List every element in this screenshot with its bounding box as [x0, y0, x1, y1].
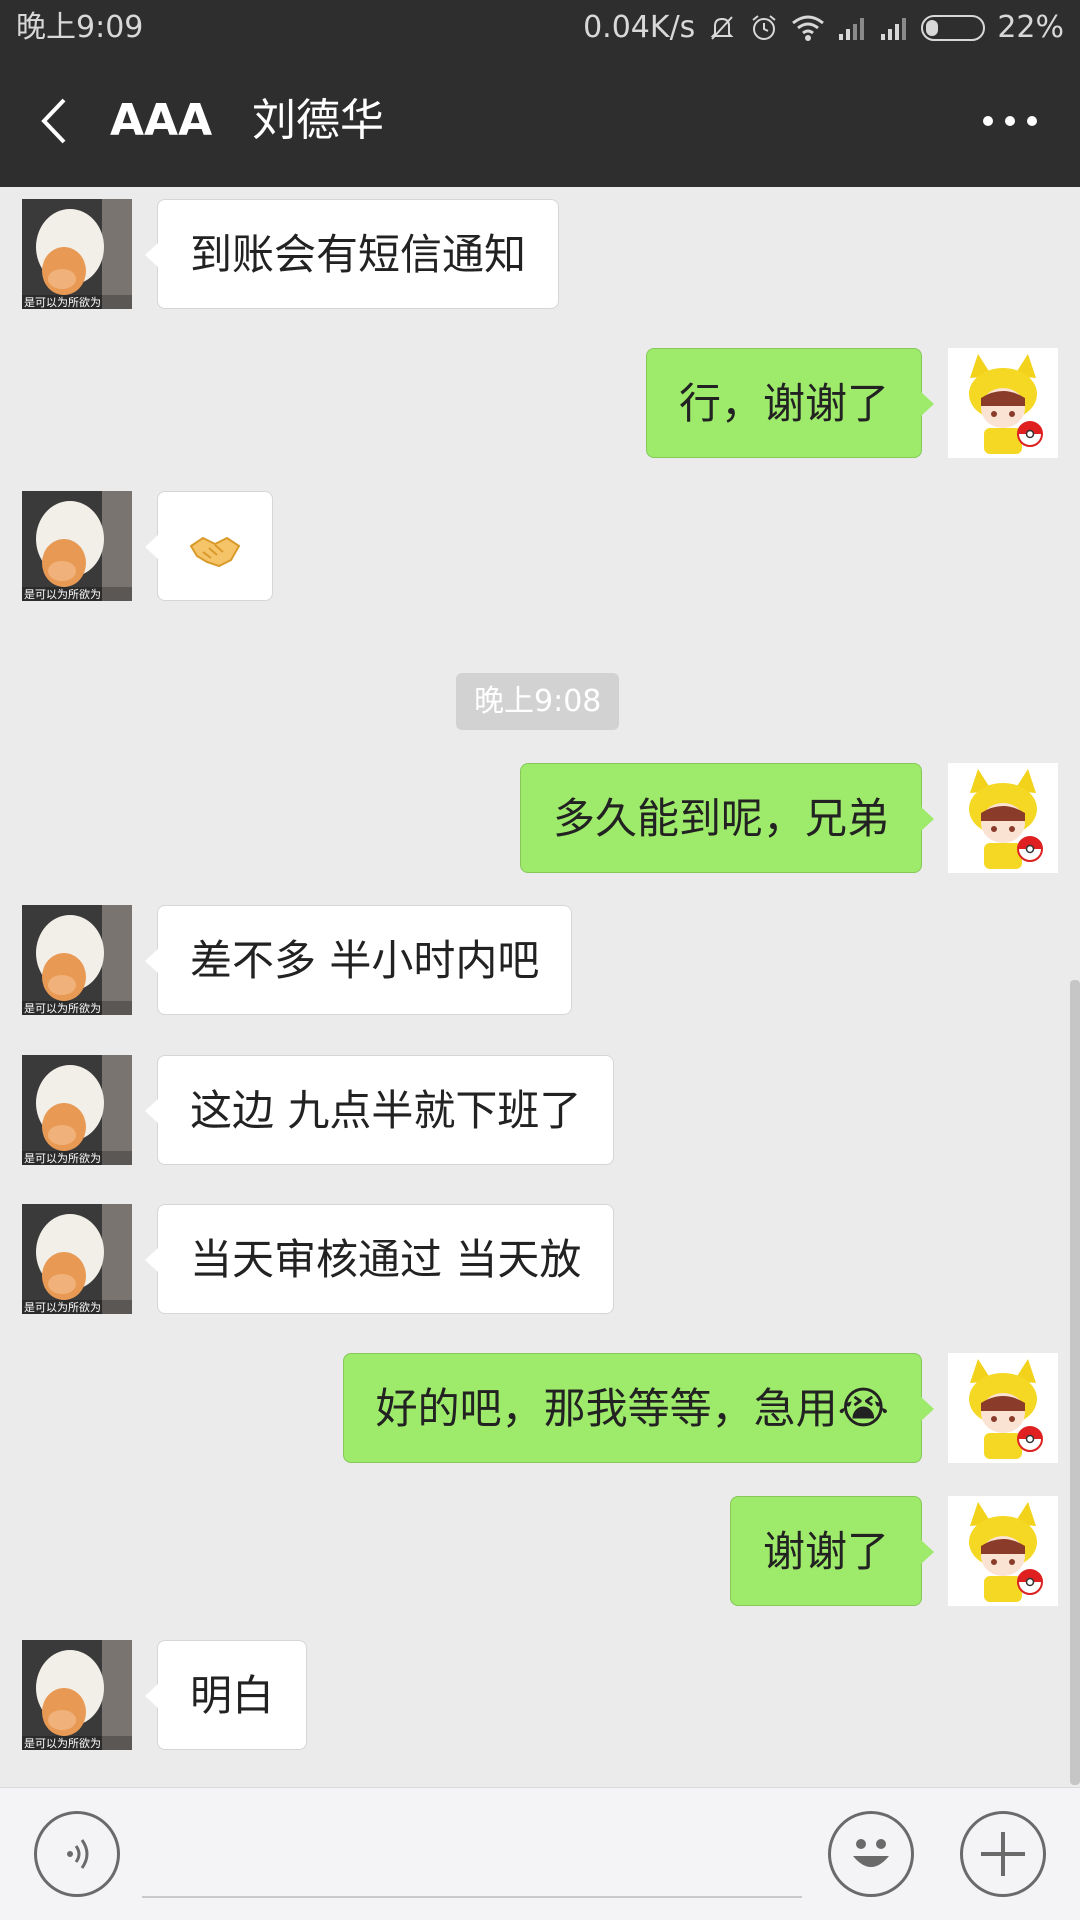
self-avatar[interactable] — [948, 348, 1058, 458]
back-chevron-icon — [41, 98, 66, 144]
contact-avatar[interactable]: 是可以为所欲为 — [22, 1055, 132, 1165]
signal-icon — [879, 14, 909, 42]
message-bubble-received[interactable]: 到账会有短信通知 — [144, 199, 560, 309]
message-bubble-received[interactable]: 差不多 半小时内吧 — [144, 905, 573, 1015]
network-speed: 0.04K/s — [583, 10, 696, 45]
status-time: 晚上9:09 — [16, 10, 144, 45]
svg-text:是可以为所欲为: 是可以为所欲为 — [24, 1300, 101, 1314]
back-button[interactable] — [28, 89, 78, 153]
svg-text:是可以为所欲为: 是可以为所欲为 — [24, 1001, 101, 1015]
contact-avatar[interactable]: 是可以为所欲为 — [22, 199, 132, 309]
mute-bell-icon — [707, 13, 737, 43]
handshake-icon — [189, 536, 241, 567]
status-bar: 晚上9:09 0.04K/s 22% — [0, 0, 1080, 55]
signal-icon — [837, 14, 867, 42]
voice-icon — [67, 1839, 89, 1869]
message-bubble-received[interactable]: 当天审核通过 当天放 — [144, 1204, 615, 1314]
message-text: 好的吧，那我等等，急用 — [375, 1384, 838, 1433]
self-avatar[interactable] — [948, 1353, 1058, 1463]
contact-name: 刘德华 — [252, 95, 384, 146]
contact-avatar[interactable]: 是可以为所欲为 — [22, 491, 132, 601]
svg-text:是可以为所欲为: 是可以为所欲为 — [24, 1736, 101, 1750]
plus-icon — [981, 1832, 1025, 1876]
battery-icon — [921, 14, 986, 41]
tears-of-joy-emoji-icon: 😭 — [837, 1383, 889, 1434]
self-avatar[interactable] — [948, 763, 1058, 873]
self-avatar[interactable] — [948, 1496, 1058, 1606]
voice-input-button[interactable] — [34, 1811, 120, 1897]
contact-avatar[interactable]: 是可以为所欲为 — [22, 905, 132, 1015]
battery-percent: 22% — [997, 10, 1064, 45]
message-bubble-sent[interactable]: 谢谢了 — [729, 1496, 935, 1606]
message-bubble-sent[interactable]: 多久能到呢，兄弟 — [519, 763, 935, 873]
chat-title: AAA — [110, 95, 213, 146]
message-input[interactable] — [142, 1810, 802, 1898]
emoji-button[interactable] — [828, 1811, 914, 1897]
wifi-icon — [791, 13, 825, 43]
message-bubble-received[interactable]: 明白 — [144, 1640, 308, 1750]
svg-text:是可以为所欲为: 是可以为所欲为 — [24, 587, 101, 601]
message-bubble-received[interactable]: 这边 九点半就下班了 — [144, 1055, 615, 1165]
contact-avatar[interactable]: 是可以为所欲为 — [22, 1640, 132, 1750]
title-bar: AAA 刘德华 — [0, 55, 1080, 187]
more-dots-icon — [983, 116, 1037, 126]
chat-message-list[interactable]: 是可以为所欲为 到账会有短信通知 行，谢谢了 是可以为所欲为 晚上9:08 多久… — [0, 187, 1080, 1787]
alarm-icon — [749, 13, 779, 43]
smiley-icon — [853, 1839, 889, 1867]
message-bubble-sent[interactable]: 好的吧，那我等等，急用😭 — [342, 1353, 935, 1463]
svg-text:是可以为所欲为: 是可以为所欲为 — [24, 295, 101, 309]
svg-text:是可以为所欲为: 是可以为所欲为 — [24, 1151, 101, 1165]
more-functions-button[interactable] — [960, 1811, 1046, 1897]
input-bar — [0, 1787, 1080, 1920]
chat-scrollbar[interactable] — [1070, 980, 1080, 1785]
message-bubble-received[interactable] — [145, 491, 273, 601]
contact-avatar[interactable]: 是可以为所欲为 — [22, 1204, 132, 1314]
more-button[interactable] — [970, 95, 1050, 147]
battery-level-fill — [926, 19, 939, 36]
message-timestamp: 晚上9:08 — [456, 673, 620, 730]
status-icons: 0.04K/s 22% — [583, 0, 1064, 55]
message-bubble-sent[interactable]: 行，谢谢了 — [645, 348, 935, 458]
